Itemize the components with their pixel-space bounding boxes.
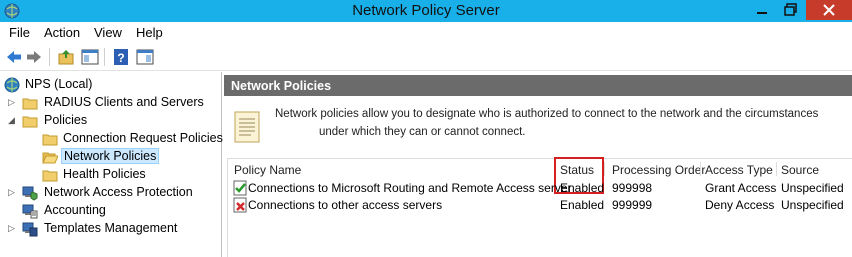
tree-label: Connection Request Policies (63, 131, 223, 145)
column-divider[interactable] (700, 162, 701, 176)
tree-label: Templates Management (44, 221, 178, 235)
toolbar: ? (0, 43, 852, 71)
policy-name: Connections to other access servers (248, 198, 443, 212)
folder-icon (42, 134, 58, 146)
title-bar: Network Policy Server (0, 0, 852, 22)
policy-status: Enabled (560, 198, 605, 212)
tree-label: Policies (44, 113, 88, 127)
nap-icon (22, 186, 38, 201)
policy-name: Connections to Microsoft Routing and Rem… (248, 181, 572, 195)
help-icon[interactable]: ? (112, 48, 130, 66)
column-header-access-type[interactable]: Access Type (705, 163, 773, 177)
policy-order: 999998 (612, 181, 653, 195)
restore-icon (784, 3, 797, 16)
table-row[interactable]: Connections to other access servers Enab… (228, 197, 852, 214)
toolbar-separator (49, 48, 50, 66)
folder-icon (42, 170, 58, 182)
chevron-right-icon[interactable]: ▷ (8, 187, 18, 197)
table-row[interactable]: Connections to Microsoft Routing and Rem… (228, 180, 852, 197)
tree-label: Network Policies (61, 148, 160, 164)
nps-server-icon (4, 77, 20, 93)
policy-order: 999999 (612, 198, 653, 212)
chevron-down-icon[interactable]: ◢ (8, 115, 18, 125)
column-header-policy-name[interactable]: Policy Name (234, 163, 301, 177)
tree-label: NPS (Local) (25, 77, 93, 91)
column-divider[interactable] (776, 162, 777, 176)
menu-bar: File Action View Help (0, 22, 852, 42)
window-title: Network Policy Server (352, 2, 500, 19)
tree-label: Health Policies (63, 167, 146, 181)
toolbar-separator (104, 48, 105, 66)
policy-grant-icon (233, 180, 247, 196)
chevron-right-icon[interactable]: ▷ (8, 97, 18, 107)
policy-access-type: Grant Access (705, 181, 777, 195)
menu-help[interactable]: Help (136, 25, 163, 40)
menu-view[interactable]: View (94, 25, 122, 40)
minimize-icon (757, 12, 767, 14)
console-tree: NPS (Local) ▷ RADIUS Clients and Servers… (0, 72, 223, 257)
column-header-source[interactable]: Source (781, 163, 819, 177)
column-header-processing-order[interactable]: Processing Order (612, 163, 705, 177)
policy-status: Enabled (560, 181, 605, 195)
menu-action[interactable]: Action (44, 25, 80, 40)
document-icon (234, 111, 260, 143)
description-area: Network policies allow you to designate … (224, 98, 852, 156)
restore-button[interactable] (777, 0, 805, 20)
policies-list: Policy Name Status Processing Order Acce… (227, 157, 852, 257)
minimize-button[interactable] (748, 0, 776, 20)
menu-file[interactable]: File (9, 25, 30, 40)
policy-source: Unspecified (781, 181, 844, 195)
pane-header: Network Policies (224, 75, 852, 96)
tree-label: RADIUS Clients and Servers (44, 95, 204, 109)
tree-label: Network Access Protection (44, 185, 193, 199)
up-folder-icon[interactable] (57, 48, 75, 66)
close-icon (823, 4, 835, 16)
close-button[interactable] (806, 0, 852, 20)
tree-label: Accounting (44, 203, 106, 217)
back-arrow-icon[interactable] (5, 48, 23, 66)
folder-icon (22, 98, 38, 110)
folder-icon (22, 116, 38, 128)
templates-icon (22, 222, 38, 237)
details-pane: Network Policies Network policies allow … (224, 72, 852, 257)
policy-source: Unspecified (781, 198, 844, 212)
show-hide-console-tree-icon[interactable] (81, 48, 99, 66)
column-divider[interactable] (604, 162, 605, 176)
properties-pane-icon[interactable] (136, 48, 154, 66)
accounting-icon (22, 204, 38, 219)
policy-deny-icon (233, 197, 247, 213)
chevron-right-icon[interactable]: ▷ (8, 223, 18, 233)
policy-access-type: Deny Access (705, 198, 775, 212)
forward-arrow-icon[interactable] (25, 48, 43, 66)
svg-text:?: ? (117, 51, 124, 65)
description-text-line1: Network policies allow you to designate … (275, 108, 819, 120)
description-text-line2: under which they can or cannot connect. (319, 126, 526, 138)
folder-open-icon (42, 152, 58, 164)
